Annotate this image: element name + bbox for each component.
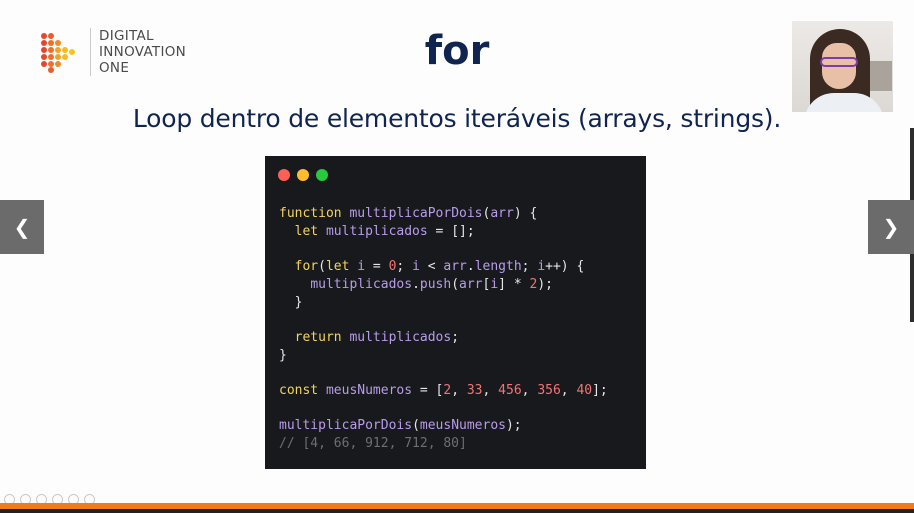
close-dot-icon	[278, 169, 290, 181]
code-line: multiplicados.push(arr[i] * 2);	[279, 277, 553, 292]
code-token: let	[294, 223, 326, 239]
code-token: arr	[443, 259, 467, 275]
code-token: function	[279, 206, 350, 221]
code-token: .	[412, 276, 420, 292]
code-token: i	[490, 276, 499, 292]
code-window: function multiplicaPorDois(arr) { let mu…	[265, 156, 646, 469]
window-controls	[278, 169, 328, 181]
code-token: 456	[498, 383, 522, 399]
code-token: meusNumeros	[419, 418, 506, 434]
code-token: ;	[396, 259, 413, 275]
code-token: );	[537, 276, 553, 292]
code-token: ;	[451, 329, 460, 345]
minimize-dot-icon	[297, 169, 309, 181]
code-token: let	[325, 259, 358, 275]
code-token: ,	[560, 383, 577, 399]
code-token: 40	[576, 383, 593, 399]
code-block: function multiplicaPorDois(arr) { let mu…	[279, 205, 608, 453]
maximize-dot-icon	[316, 169, 328, 181]
code-token: .	[466, 259, 475, 275]
code-line: for(let i = 0; i < arr.length; i++) {	[279, 259, 585, 275]
code-token: ,	[451, 383, 467, 399]
code-token: 356	[537, 383, 561, 399]
code-line: return multiplicados;	[279, 330, 459, 345]
code-token: <	[419, 259, 444, 275]
code-token: 33	[466, 383, 483, 399]
code-token: = [	[412, 383, 444, 399]
previous-slide-button[interactable]: ❮	[0, 200, 44, 254]
code-line: let multiplicados = [];	[279, 224, 475, 239]
code-token: arr	[490, 206, 514, 221]
code-token: i	[412, 259, 420, 275]
code-token: ];	[592, 383, 608, 399]
code-token: length	[474, 259, 522, 275]
code-token: =	[365, 259, 389, 275]
code-token: return	[294, 329, 350, 345]
presentation-slide: DIGITAL INNOVATION ONE for Loop dentro d…	[0, 0, 914, 513]
code-token: i	[357, 259, 366, 275]
code-line: multiplicaPorDois(meusNumeros);	[279, 418, 522, 433]
code-token: (	[412, 418, 420, 434]
code-token: i	[537, 259, 546, 275]
code-token: ] *	[498, 276, 530, 292]
code-token: = [];	[427, 223, 475, 239]
code-token: ,	[521, 383, 538, 399]
chevron-left-icon: ❮	[13, 215, 31, 239]
code-token: meusNumeros	[325, 383, 413, 399]
code-token: multiplicados	[349, 329, 452, 345]
next-slide-button[interactable]: ❯	[868, 200, 914, 254]
code-line: function multiplicaPorDois(arr) {	[279, 206, 537, 221]
code-token: );	[505, 418, 522, 434]
code-token: for	[294, 259, 319, 275]
code-line: }	[279, 348, 287, 363]
code-token: ,	[482, 383, 499, 399]
code-token: (	[318, 259, 326, 275]
code-token: multiplicaPorDois	[279, 418, 413, 434]
code-token: ++) {	[545, 259, 585, 275]
slide-title: for	[424, 28, 490, 74]
code-token: const	[279, 383, 326, 399]
code-token: ) {	[513, 206, 538, 221]
code-token: multiplicados	[310, 276, 413, 292]
code-token: multiplicaPorDois	[349, 206, 483, 221]
bottom-strip	[0, 509, 914, 513]
code-token: }	[279, 347, 287, 363]
code-line: const meusNumeros = [2, 33, 456, 356, 40…	[279, 383, 608, 398]
code-token: multiplicados	[325, 223, 428, 239]
code-token: }	[279, 294, 303, 310]
presenter-webcam	[792, 21, 893, 112]
code-line: }	[279, 294, 303, 310]
code-token: push	[419, 276, 452, 292]
code-line: // [4, 66, 912, 712, 80]	[279, 436, 467, 451]
code-token: ;	[521, 259, 538, 275]
slide-subtitle: Loop dentro de elementos iteráveis (arra…	[132, 104, 782, 133]
chevron-right-icon: ❯	[882, 215, 900, 239]
code-token: arr	[459, 276, 483, 292]
code-token: // [4, 66, 912, 712, 80]	[279, 436, 467, 452]
code-token: (	[451, 276, 460, 292]
